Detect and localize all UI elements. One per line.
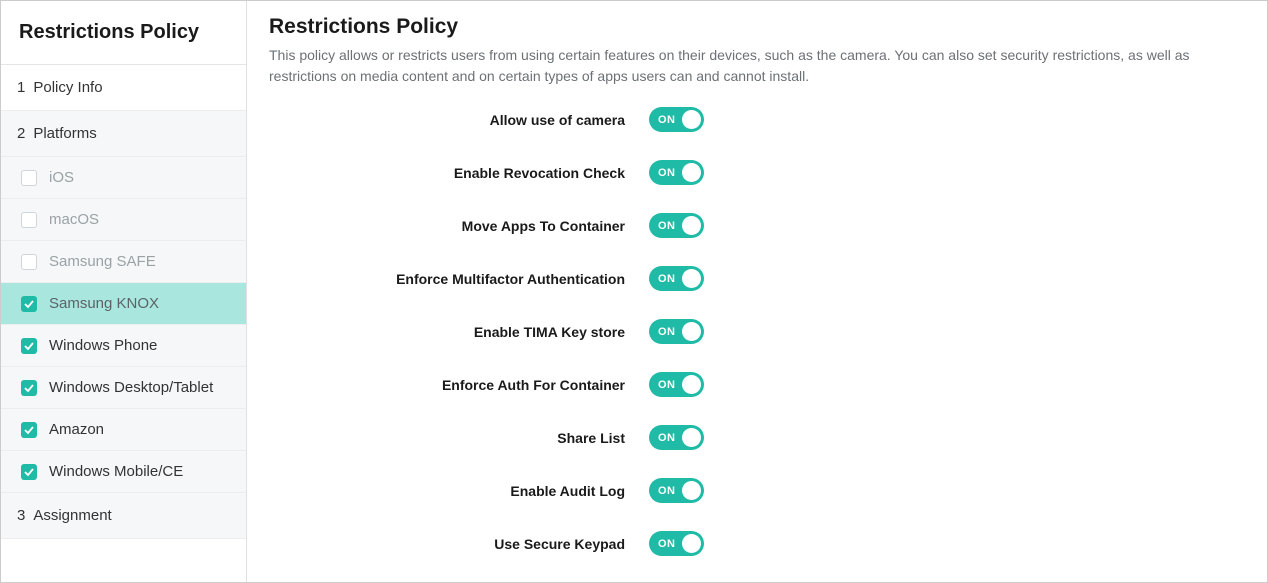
page-title: Restrictions Policy: [269, 15, 1247, 39]
toggle-on-label: ON: [658, 273, 676, 285]
toggle-knob-icon: [682, 375, 701, 394]
nav-step-num: 2: [17, 125, 25, 142]
toggle-on-label: ON: [658, 326, 676, 338]
setting-label: Enforce Auth For Container: [269, 377, 649, 393]
toggle-knob-icon: [682, 322, 701, 341]
toggle-on-label: ON: [658, 220, 676, 232]
setting-row: Share List ON: [269, 425, 1247, 450]
toggle-move-apps-container[interactable]: ON: [649, 213, 704, 238]
toggle-auth-container[interactable]: ON: [649, 372, 704, 397]
setting-row: Enforce Auth For Container ON: [269, 372, 1247, 397]
setting-label: Use Secure Keypad: [269, 536, 649, 552]
toggle-knob-icon: [682, 110, 701, 129]
nav-step-platforms[interactable]: 2 Platforms: [1, 111, 246, 157]
platform-item-samsung-safe[interactable]: Samsung SAFE: [1, 241, 246, 283]
toggle-on-label: ON: [658, 167, 676, 179]
nav-step-policy-info[interactable]: 1 Policy Info: [1, 65, 246, 111]
platform-label: Windows Phone: [49, 337, 157, 354]
toggle-on-label: ON: [658, 485, 676, 497]
setting-row: Enforce Multifactor Authentication ON: [269, 266, 1247, 291]
platform-label: Samsung KNOX: [49, 295, 159, 312]
platform-item-ios[interactable]: iOS: [1, 157, 246, 199]
checkbox-checked-icon[interactable]: [21, 422, 37, 438]
checkbox-checked-icon[interactable]: [21, 380, 37, 396]
platform-label: iOS: [49, 169, 74, 186]
platform-label: Amazon: [49, 421, 104, 438]
toggle-knob-icon: [682, 269, 701, 288]
setting-row: Enable TIMA Key store ON: [269, 319, 1247, 344]
settings-list: Allow use of camera ON Enable Revocation…: [269, 107, 1247, 582]
nav-step-num: 1: [17, 79, 25, 96]
nav-step-assignment[interactable]: 3 Assignment: [1, 493, 246, 539]
platform-item-windows-phone[interactable]: Windows Phone: [1, 325, 246, 367]
setting-label: Allow use of camera: [269, 112, 649, 128]
checkbox-checked-icon[interactable]: [21, 338, 37, 354]
platform-label: macOS: [49, 211, 99, 228]
setting-label: Enforce Multifactor Authentication: [269, 271, 649, 287]
toggle-knob-icon: [682, 216, 701, 235]
setting-label: Share List: [269, 430, 649, 446]
platform-item-amazon[interactable]: Amazon: [1, 409, 246, 451]
toggle-on-label: ON: [658, 379, 676, 391]
platform-item-windows-mobile-ce[interactable]: Windows Mobile/CE: [1, 451, 246, 493]
toggle-share-list[interactable]: ON: [649, 425, 704, 450]
toggle-on-label: ON: [658, 538, 676, 550]
sidebar: Restrictions Policy 1 Policy Info 2 Plat…: [1, 1, 247, 582]
toggle-knob-icon: [682, 428, 701, 447]
toggle-audit-log[interactable]: ON: [649, 478, 704, 503]
platform-item-samsung-knox[interactable]: Samsung KNOX: [1, 283, 246, 325]
nav-step-label: Assignment: [33, 507, 111, 524]
platform-item-windows-desktop-tablet[interactable]: Windows Desktop/Tablet: [1, 367, 246, 409]
setting-row: Allow use of camera ON: [269, 107, 1247, 132]
setting-label: Enable TIMA Key store: [269, 324, 649, 340]
toggle-tima-keystore[interactable]: ON: [649, 319, 704, 344]
platform-label: Samsung SAFE: [49, 253, 156, 270]
checkbox-unchecked-icon[interactable]: [21, 254, 37, 270]
checkbox-checked-icon[interactable]: [21, 464, 37, 480]
toggle-secure-keypad[interactable]: ON: [649, 531, 704, 556]
toggle-revocation-check[interactable]: ON: [649, 160, 704, 185]
toggle-knob-icon: [682, 163, 701, 182]
sidebar-title: Restrictions Policy: [1, 1, 246, 65]
checkbox-unchecked-icon[interactable]: [21, 170, 37, 186]
page-description: This policy allows or restricts users fr…: [269, 45, 1247, 87]
checkbox-unchecked-icon[interactable]: [21, 212, 37, 228]
setting-row: Enable Revocation Check ON: [269, 160, 1247, 185]
setting-label: Move Apps To Container: [269, 218, 649, 234]
nav-step-label: Policy Info: [33, 79, 102, 96]
nav-step-label: Platforms: [33, 125, 96, 142]
toggle-knob-icon: [682, 534, 701, 553]
platform-label: Windows Desktop/Tablet: [49, 379, 213, 396]
checkbox-checked-icon[interactable]: [21, 296, 37, 312]
nav-step-num: 3: [17, 507, 25, 524]
setting-row: Move Apps To Container ON: [269, 213, 1247, 238]
main-panel: Restrictions Policy This policy allows o…: [247, 1, 1267, 582]
setting-label: Enable Revocation Check: [269, 165, 649, 181]
toggle-on-label: ON: [658, 114, 676, 126]
toggle-knob-icon: [682, 481, 701, 500]
platform-label: Windows Mobile/CE: [49, 463, 183, 480]
toggle-mfa[interactable]: ON: [649, 266, 704, 291]
toggle-allow-camera[interactable]: ON: [649, 107, 704, 132]
setting-label: Enable Audit Log: [269, 483, 649, 499]
setting-row: Use Secure Keypad ON: [269, 531, 1247, 556]
toggle-on-label: ON: [658, 432, 676, 444]
platform-item-macos[interactable]: macOS: [1, 199, 246, 241]
setting-row: Enable Audit Log ON: [269, 478, 1247, 503]
